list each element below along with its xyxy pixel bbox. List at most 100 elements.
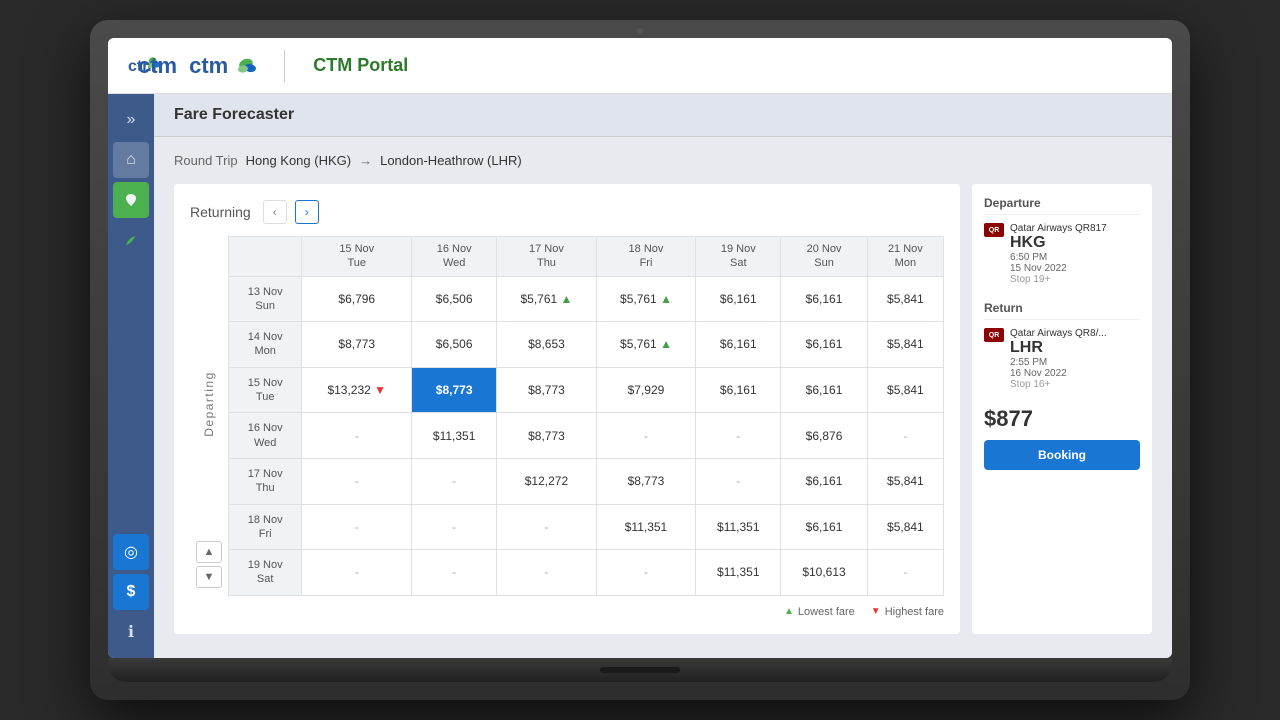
departing-column: Departing ▲ ▼ xyxy=(190,236,228,596)
col-header-2: 17 NovThu xyxy=(497,237,597,277)
fare-cell[interactable]: $6,161 xyxy=(781,322,867,368)
logo-section: ctm ctm ctm xyxy=(128,50,408,82)
fare-cell-empty[interactable]: - xyxy=(696,413,781,459)
table-row: 16 NovWed - $11,351 $8,773 - - $6,876 xyxy=(229,413,944,459)
fare-cell[interactable]: $5,841 xyxy=(867,367,943,413)
fare-cell[interactable]: $6,161 xyxy=(696,322,781,368)
fare-cell[interactable]: $6,161 xyxy=(781,458,867,504)
col-header-6: 21 NovMon xyxy=(867,237,943,277)
sidebar-location-icon[interactable]: ◎ xyxy=(113,534,149,570)
fare-cell[interactable]: $5,841 xyxy=(867,504,943,550)
low-fare-icon: ▲ xyxy=(561,292,573,306)
table-row: 17 NovThu - - $12,272 $8,773 - $6,161 xyxy=(229,458,944,504)
fare-cell[interactable]: $5,841 xyxy=(867,276,943,322)
fare-cell[interactable]: $13,232 ▼ xyxy=(302,367,412,413)
table-row: 13 NovSun $6,796 $6,506 $5,761 ▲ $5,761 … xyxy=(229,276,944,322)
departure-flight-card: QR Qatar Airways QR817 HKG 6:50 PM 15 No… xyxy=(984,223,1140,285)
fare-cell[interactable]: $11,351 xyxy=(412,413,497,459)
fare-cell[interactable]: $8,653 xyxy=(497,322,597,368)
sidebar: » ⌂ ◎ $ ℹ xyxy=(108,94,154,658)
fare-cell-empty[interactable]: - xyxy=(596,550,696,596)
lowest-fare-legend: ▲ Lowest fare xyxy=(784,606,855,618)
lowest-fare-icon: ▲ xyxy=(784,606,794,617)
sidebar-home-icon[interactable]: ⌂ xyxy=(113,142,149,178)
fare-cell[interactable]: $5,841 xyxy=(867,322,943,368)
prev-date-button[interactable]: ‹ xyxy=(263,200,287,224)
fare-cell[interactable]: $6,161 xyxy=(781,276,867,322)
table-header: Returning ‹ › xyxy=(190,200,944,224)
fare-cell-empty[interactable]: - xyxy=(696,458,781,504)
fare-cell[interactable]: $11,351 xyxy=(696,504,781,550)
fare-cell-empty[interactable]: - xyxy=(302,458,412,504)
fare-cell[interactable]: $6,161 xyxy=(781,504,867,550)
row-header-2: 15 NovTue xyxy=(229,367,302,413)
fare-cell-empty[interactable]: - xyxy=(497,550,597,596)
return-stops: Stop 16+ xyxy=(1010,379,1140,390)
fare-cell[interactable]: $6,796 xyxy=(302,276,412,322)
fare-cell-selected[interactable]: $8,773 xyxy=(412,367,497,413)
return-section: Return QR Qatar Airways QR8/... LHR 2:55… xyxy=(984,301,1140,390)
sidebar-info-icon[interactable]: ℹ xyxy=(113,614,149,650)
departure-stops: Stop 19+ xyxy=(1010,274,1140,285)
fare-cell-empty[interactable]: - xyxy=(867,550,943,596)
fare-cell[interactable]: $6,506 xyxy=(412,322,497,368)
booking-button[interactable]: Booking xyxy=(984,440,1140,470)
return-section-title: Return xyxy=(984,301,1140,320)
highest-fare-legend: ▼ Highest fare xyxy=(871,606,944,618)
page-header: Fare Forecaster xyxy=(154,94,1172,137)
content-area: Fare Forecaster Round Trip Hong Kong (HK… xyxy=(154,94,1172,658)
sidebar-dollar-icon[interactable]: $ xyxy=(113,574,149,610)
fare-cell-empty[interactable]: - xyxy=(497,504,597,550)
fare-cell[interactable]: $8,773 xyxy=(497,367,597,413)
departure-airline: Qatar Airways QR817 xyxy=(1010,223,1140,234)
fare-cell[interactable]: $5,761 ▲ xyxy=(596,322,696,368)
depart-up-button[interactable]: ▲ xyxy=(196,541,222,563)
fare-cell-empty[interactable]: - xyxy=(302,504,412,550)
fare-cell[interactable]: $5,761 ▲ xyxy=(497,276,597,322)
fare-cell[interactable]: $8,773 xyxy=(596,458,696,504)
fare-cell-empty[interactable]: - xyxy=(412,504,497,550)
row-header-0: 13 NovSun xyxy=(229,276,302,322)
col-header-1: 16 NovWed xyxy=(412,237,497,277)
fare-cell-empty[interactable]: - xyxy=(412,550,497,596)
depart-down-button[interactable]: ▼ xyxy=(196,566,222,588)
next-date-button[interactable]: › xyxy=(295,200,319,224)
logo-ctm: ctm xyxy=(189,53,228,79)
fare-cell[interactable]: $6,161 xyxy=(781,367,867,413)
fare-cell[interactable]: $5,761 ▲ xyxy=(596,276,696,322)
table-row: 19 NovSat - - - - $11,351 $10,613 xyxy=(229,550,944,596)
fare-cell-empty[interactable]: - xyxy=(302,550,412,596)
main-grid: Returning ‹ › Departing xyxy=(174,184,1152,634)
fare-cell-empty[interactable]: - xyxy=(867,413,943,459)
fare-cell-empty[interactable]: - xyxy=(302,413,412,459)
returning-label: Returning xyxy=(190,204,251,220)
fare-cell[interactable]: $6,161 xyxy=(696,367,781,413)
fare-cell[interactable]: $11,351 xyxy=(696,550,781,596)
high-fare-icon: ▼ xyxy=(374,383,386,397)
fare-cell[interactable]: $6,161 xyxy=(696,276,781,322)
highest-fare-icon: ▼ xyxy=(871,606,881,617)
sidebar-expand-icon[interactable]: » xyxy=(113,102,149,138)
lowest-fare-label: Lowest fare xyxy=(798,606,855,618)
departure-date: 15 Nov 2022 xyxy=(1010,263,1140,274)
fare-cell[interactable]: $8,773 xyxy=(497,413,597,459)
route-destination: London-Heathrow (LHR) xyxy=(380,153,522,168)
sidebar-plant-icon[interactable] xyxy=(113,182,149,218)
fare-cell-empty[interactable]: - xyxy=(412,458,497,504)
fare-table-container: Returning ‹ › Departing xyxy=(174,184,960,634)
fare-cell[interactable]: $11,351 xyxy=(596,504,696,550)
page-title: Fare Forecaster xyxy=(174,106,1152,124)
fare-cell[interactable]: $10,613 xyxy=(781,550,867,596)
page-content: Round Trip Hong Kong (HKG) → London-Heat… xyxy=(154,137,1172,650)
sidebar-leaf-icon[interactable] xyxy=(113,222,149,258)
ctm-leaves-icon xyxy=(228,54,256,78)
fare-cell[interactable]: $5,841 xyxy=(867,458,943,504)
fare-cell[interactable]: $6,876 xyxy=(781,413,867,459)
side-panel: Departure QR Qatar Airways QR817 HKG 6:5… xyxy=(972,184,1152,634)
fare-cell-empty[interactable]: - xyxy=(596,413,696,459)
corner-header xyxy=(229,237,302,277)
fare-cell[interactable]: $6,506 xyxy=(412,276,497,322)
fare-cell[interactable]: $7,929 xyxy=(596,367,696,413)
fare-cell[interactable]: $8,773 xyxy=(302,322,412,368)
fare-cell[interactable]: $12,272 xyxy=(497,458,597,504)
